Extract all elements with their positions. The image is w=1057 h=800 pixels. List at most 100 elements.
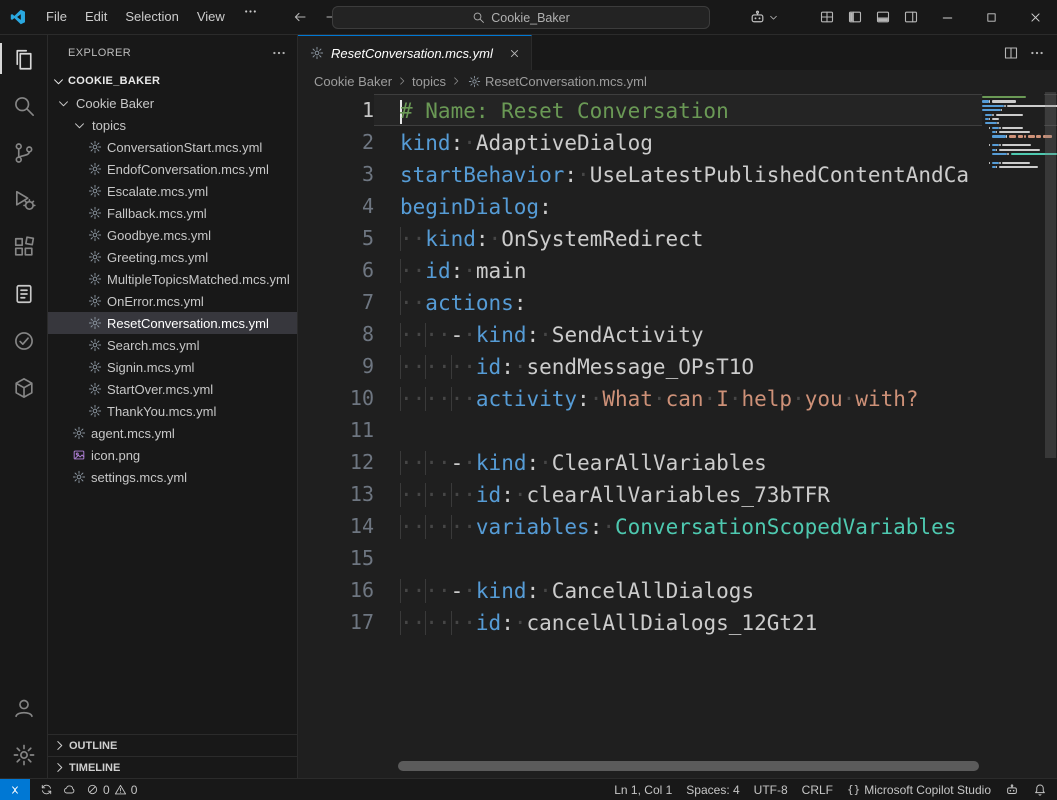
- toggle-secondary-sidebar-button[interactable]: [897, 4, 925, 30]
- menu-edit[interactable]: Edit: [76, 4, 116, 30]
- menu-selection[interactable]: Selection: [116, 4, 187, 30]
- cursor-position[interactable]: Ln 1, Col 1: [614, 783, 672, 797]
- minimize-button[interactable]: [925, 0, 969, 34]
- command-center-search[interactable]: Cookie_Baker: [332, 6, 710, 29]
- notifications-bell-icon[interactable]: [1033, 783, 1047, 797]
- close-tab-icon[interactable]: [508, 47, 521, 60]
- close-window-button[interactable]: [1013, 0, 1057, 34]
- code-line-2[interactable]: 2kind:·AdaptiveDialog: [298, 126, 1057, 158]
- tree-item-settings-mcs-yml[interactable]: settings.mcs.yml: [48, 466, 297, 488]
- cloud-button[interactable]: [63, 783, 76, 796]
- code-line-content: startBehavior:·UseLatestPublishedContent…: [374, 158, 1057, 190]
- toggle-panel-button[interactable]: [869, 4, 897, 30]
- tree-item-thankyou-mcs-yml[interactable]: ThankYou.mcs.yml: [48, 400, 297, 422]
- minimap[interactable]: [982, 94, 1044, 778]
- activity-manage-button[interactable]: [0, 731, 47, 778]
- vertical-scrollbar[interactable]: [1045, 92, 1056, 458]
- timeline-section-header[interactable]: TIMELINE: [48, 756, 297, 778]
- editor-actions: [1003, 35, 1057, 70]
- code-line-6[interactable]: 6··id:·main: [298, 254, 1057, 286]
- copilot-status-icon[interactable]: [1005, 783, 1019, 797]
- outline-section-header[interactable]: OUTLINE: [48, 734, 297, 756]
- tree-item-search-mcs-yml[interactable]: Search.mcs.yml: [48, 334, 297, 356]
- code-area[interactable]: 1# Name: Reset Conversation2kind:·Adapti…: [298, 92, 1057, 778]
- sync-button[interactable]: [40, 783, 53, 796]
- activity-run-and-debug-button[interactable]: [0, 176, 47, 223]
- indentation-setting[interactable]: Spaces: 4: [686, 783, 739, 797]
- code-line-14[interactable]: 14······variables:·ConversationScopedVar…: [298, 510, 1057, 542]
- code-line-17[interactable]: 17······id:·cancelAllDialogs_12Gt21: [298, 606, 1057, 638]
- breadcrumb-item[interactable]: topics: [412, 74, 446, 89]
- tree-item-fallback-mcs-yml[interactable]: Fallback.mcs.yml: [48, 202, 297, 224]
- breadcrumb-item[interactable]: Cookie Baker: [314, 74, 392, 89]
- activity-copilot-studio-button[interactable]: [0, 270, 47, 317]
- more-actions-icon[interactable]: [271, 45, 287, 61]
- line-number: 10: [298, 382, 374, 414]
- maximize-button[interactable]: [969, 0, 1013, 34]
- breadcrumb-item[interactable]: ResetConversation.mcs.yml: [485, 74, 647, 89]
- more-actions-icon[interactable]: [1029, 45, 1045, 61]
- tree-item-multipletopicsmatched-mcs-yml[interactable]: MultipleTopicsMatched.mcs.yml: [48, 268, 297, 290]
- notebook-icon: [12, 282, 36, 306]
- language-mode[interactable]: {} Microsoft Copilot Studio: [847, 783, 991, 797]
- search-icon: [12, 94, 36, 118]
- line-number: 2: [298, 126, 374, 158]
- code-line-9[interactable]: 9······id:·sendMessage_OPsT1O: [298, 350, 1057, 382]
- activity-extensions-button[interactable]: [0, 223, 47, 270]
- code-line-content: ······id:·clearAllVariables_73bTFR: [374, 478, 1057, 510]
- encoding-setting[interactable]: UTF-8: [754, 783, 788, 797]
- tree-item-signin-mcs-yml[interactable]: Signin.mcs.yml: [48, 356, 297, 378]
- tree-item-greeting-mcs-yml[interactable]: Greeting.mcs.yml: [48, 246, 297, 268]
- remote-indicator[interactable]: [0, 779, 30, 800]
- tree-item-conversationstart-mcs-yml[interactable]: ConversationStart.mcs.yml: [48, 136, 297, 158]
- horizontal-scrollbar[interactable]: [398, 761, 979, 771]
- activity-power-platform-button[interactable]: [0, 364, 47, 411]
- back-button[interactable]: [289, 6, 311, 28]
- tab-resetconversation[interactable]: ResetConversation.mcs.yml: [298, 35, 532, 70]
- tree-item-resetconversation-mcs-yml[interactable]: ResetConversation.mcs.yml: [48, 312, 297, 334]
- menu-file[interactable]: File: [37, 4, 76, 30]
- workspace-root-item[interactable]: COOKIE_BAKER: [48, 70, 297, 92]
- explorer-sidebar: EXPLORER COOKIE_BAKER Cookie Bakertopics…: [48, 35, 298, 778]
- tree-item-topics[interactable]: topics: [48, 114, 297, 136]
- warning-count: 0: [131, 783, 138, 797]
- code-line-16[interactable]: 16····-·kind:·CancelAllDialogs: [298, 574, 1057, 606]
- code-line-1[interactable]: 1# Name: Reset Conversation: [298, 94, 1057, 126]
- tree-item-goodbye-mcs-yml[interactable]: Goodbye.mcs.yml: [48, 224, 297, 246]
- tree-item-onerror-mcs-yml[interactable]: OnError.mcs.yml: [48, 290, 297, 312]
- code-line-12[interactable]: 12····-·kind:·ClearAllVariables: [298, 446, 1057, 478]
- tree-item-icon-png[interactable]: icon.png: [48, 444, 297, 466]
- problems-indicator[interactable]: 0 0: [86, 783, 137, 797]
- code-line-content: # Name: Reset Conversation: [374, 94, 1057, 126]
- tree-item-escalate-mcs-yml[interactable]: Escalate.mcs.yml: [48, 180, 297, 202]
- line-number: 16: [298, 574, 374, 606]
- split-editor-icon[interactable]: [1003, 45, 1019, 61]
- menu-view[interactable]: View: [188, 4, 234, 30]
- menu-overflow[interactable]: [234, 4, 267, 30]
- customize-layout-button[interactable]: [813, 4, 841, 30]
- code-line-8[interactable]: 8····-·kind:·SendActivity: [298, 318, 1057, 350]
- toggle-primary-sidebar-button[interactable]: [841, 4, 869, 30]
- code-line-15[interactable]: 15: [298, 542, 1057, 574]
- activity-testing-button[interactable]: [0, 317, 47, 364]
- activity-search-button[interactable]: [0, 82, 47, 129]
- activity-accounts-button[interactable]: [0, 684, 47, 731]
- tree-item-startover-mcs-yml[interactable]: StartOver.mcs.yml: [48, 378, 297, 400]
- activity-source-control-button[interactable]: [0, 129, 47, 176]
- tree-item-cookie-baker[interactable]: Cookie Baker: [48, 92, 297, 114]
- copilot-menu-button[interactable]: [741, 9, 787, 26]
- code-line-10[interactable]: 10······activity:·What·can·I·help·you·wi…: [298, 382, 1057, 414]
- code-line-11[interactable]: 11: [298, 414, 1057, 446]
- code-line-content: ······variables:·ConversationScopedVaria…: [374, 510, 1057, 542]
- code-line-13[interactable]: 13······id:·clearAllVariables_73bTFR: [298, 478, 1057, 510]
- language-label: Microsoft Copilot Studio: [864, 783, 991, 797]
- tree-item-endofconversation-mcs-yml[interactable]: EndofConversation.mcs.yml: [48, 158, 297, 180]
- tree-item-agent-mcs-yml[interactable]: agent.mcs.yml: [48, 422, 297, 444]
- code-line-7[interactable]: 7··actions:: [298, 286, 1057, 318]
- code-line-4[interactable]: 4beginDialog:: [298, 190, 1057, 222]
- activity-explorer-button[interactable]: [0, 35, 47, 82]
- eol-setting[interactable]: CRLF: [802, 783, 833, 797]
- search-icon: [472, 11, 485, 24]
- code-line-3[interactable]: 3startBehavior:·UseLatestPublishedConten…: [298, 158, 1057, 190]
- code-line-5[interactable]: 5··kind:·OnSystemRedirect: [298, 222, 1057, 254]
